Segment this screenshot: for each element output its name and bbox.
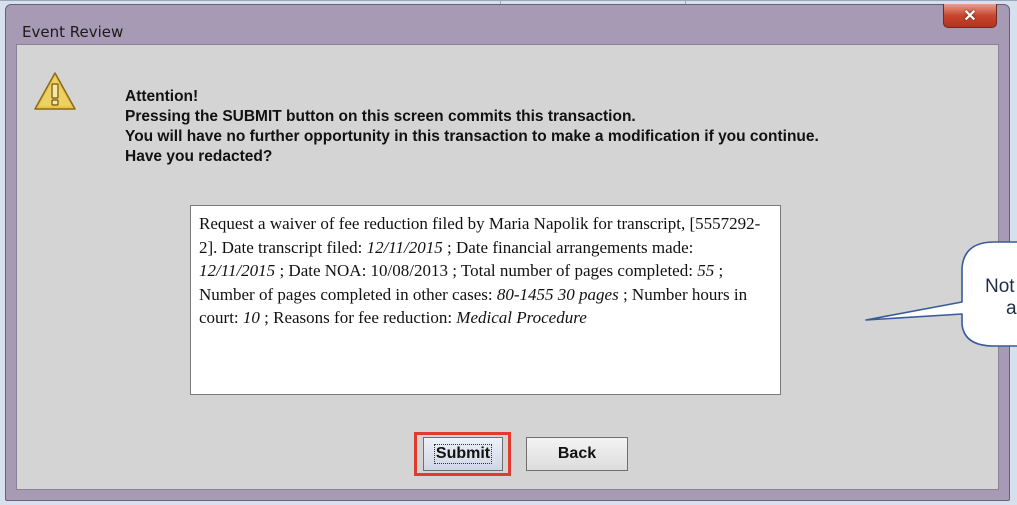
callout-text: Not a [985,276,1017,320]
other-cases-pages: 80-1455 30 pages [496,284,619,304]
back-label: Back [557,445,597,462]
close-button[interactable]: ✕ [943,4,997,28]
submit-button[interactable]: Submit [423,437,503,471]
message-line: Attention! [125,88,199,105]
hours-in-court: 10 [242,308,260,328]
title-bar: Event Review ✕ [6,4,1009,43]
callout-line: Not [985,276,1015,297]
attention-message: Attention! Pressing the SUBMIT button on… [125,87,819,167]
message-line: Pressing the SUBMIT button on this scree… [125,108,636,125]
background-divider [0,0,1017,1]
callout-line: a [1006,298,1017,319]
date-filed: 12/11/2015 [366,237,443,257]
submit-label: Submit [433,444,493,464]
date-arrangements: 12/11/2015 [199,261,276,281]
fee-reduction-reason: Medical Procedure [456,308,587,328]
warning-icon [34,72,76,110]
description-text: ; Date financial arrangements made: [442,237,694,257]
description-textarea[interactable]: Request a waiver of fee reduction filed … [190,205,781,395]
back-button[interactable]: Back [526,437,628,471]
dialog-title: Event Review [22,23,124,41]
message-line: You will have no further opportunity in … [125,128,819,145]
description-text: ; Reasons for fee reduction: [259,308,457,328]
close-icon: ✕ [963,7,977,25]
message-line: Have you redacted? [125,148,273,165]
description-text: ; Date NOA: 10/08/2013 ; Total number of… [275,261,698,281]
pages-completed: 55 [697,261,715,281]
